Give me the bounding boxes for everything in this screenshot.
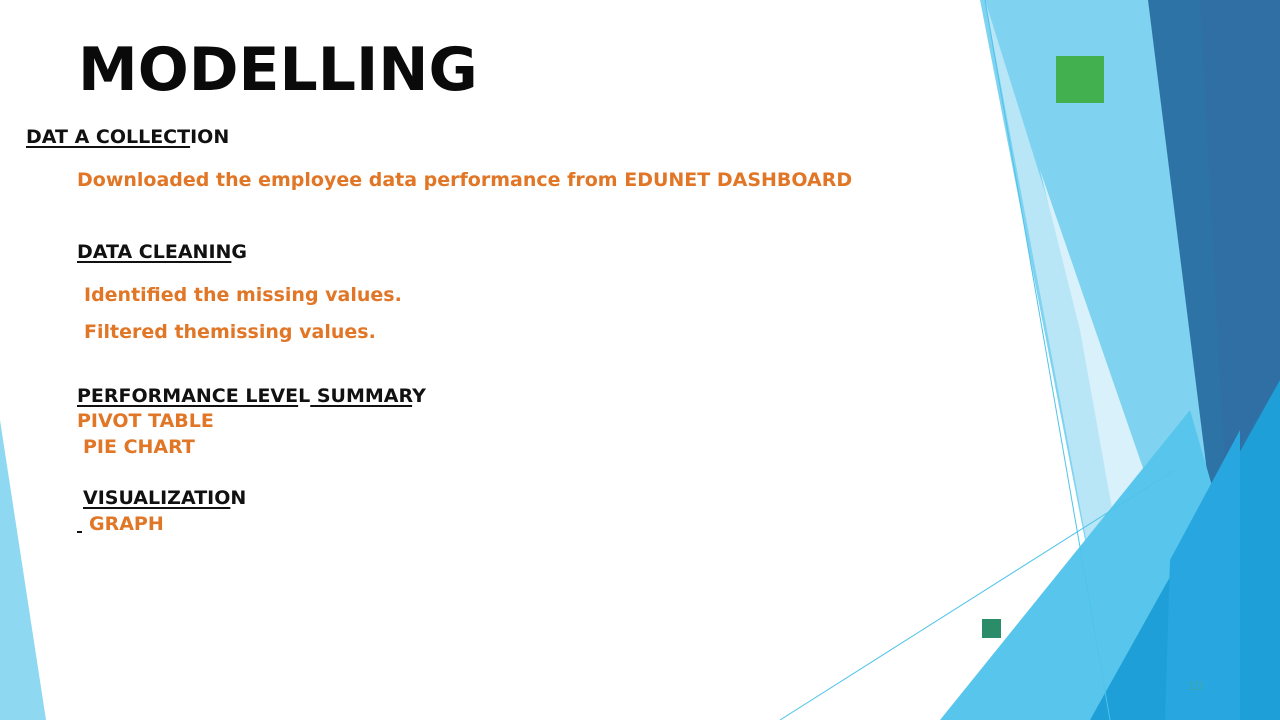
heading-rest-part: N bbox=[230, 487, 247, 509]
page-title: MODELLING bbox=[78, 35, 478, 105]
page-number: 10 bbox=[1188, 678, 1203, 693]
summary-item: PIE CHART bbox=[83, 436, 195, 458]
heading-rest-part: ION bbox=[190, 126, 230, 148]
heading-underlined-part: DAT A COLLECT bbox=[26, 126, 191, 148]
heading-rest-part: Y bbox=[412, 385, 426, 407]
data-cleaning-item: Filtered themissing values. bbox=[84, 321, 376, 343]
section-heading-data-cleaning: DATA CLEANING bbox=[77, 240, 247, 264]
heading-underlined-part: PERFORMANCE LEVE bbox=[77, 385, 299, 407]
summary-item: PIVOT TABLE bbox=[77, 410, 214, 432]
heading-underlined-part: DATA CLEANIN bbox=[77, 241, 232, 263]
heading-plain-part: L bbox=[298, 385, 311, 407]
heading-underlined-part: SUMMAR bbox=[310, 385, 413, 407]
section-heading-visualization: VISUALIZATION bbox=[83, 486, 246, 510]
data-cleaning-item: Identified the missing values. bbox=[84, 284, 402, 306]
heading-underlined-part: VISUALIZATIO bbox=[83, 487, 231, 509]
data-collection-item: Downloaded the employee data performance… bbox=[77, 169, 853, 191]
bullet-underline-mark bbox=[77, 531, 82, 533]
visualization-item: GRAPH bbox=[89, 513, 164, 535]
left-accent-triangle bbox=[0, 420, 46, 720]
green-square bbox=[1056, 56, 1104, 103]
section-heading-performance-level-summary: PERFORMANCE LEVEL SUMMARY bbox=[77, 384, 426, 408]
heading-rest-part: G bbox=[231, 241, 248, 263]
slide: MODELLING DAT A COLLECTION Downloaded th… bbox=[0, 0, 1280, 720]
teal-square bbox=[982, 619, 1001, 638]
section-heading-data-collection: DAT A COLLECTION bbox=[26, 125, 229, 149]
